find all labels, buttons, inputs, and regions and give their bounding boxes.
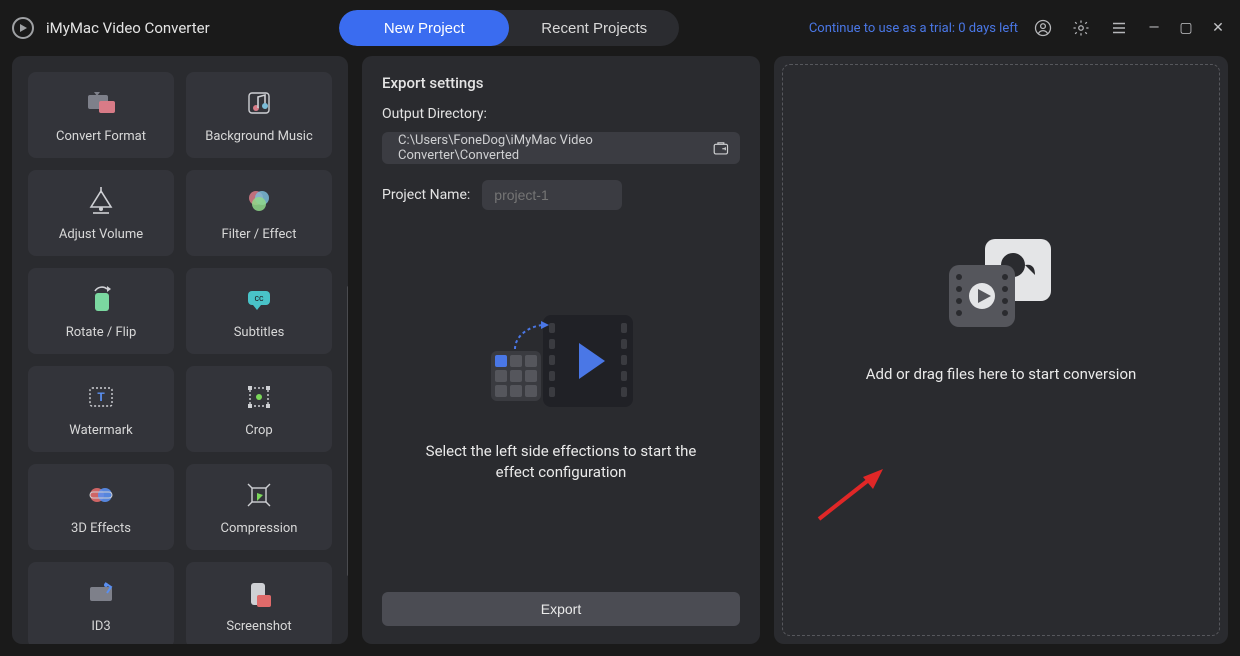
rotate-icon	[85, 283, 117, 315]
watermark-icon	[85, 381, 117, 413]
app-logo-icon	[12, 17, 34, 39]
effect-config-illustration-icon	[481, 309, 641, 419]
volume-icon	[85, 185, 117, 217]
compress-icon	[243, 479, 275, 511]
recent-projects-tab[interactable]: Recent Projects	[509, 10, 679, 46]
workspace: Convert Format Background Music Adjust Vol…	[0, 56, 1240, 656]
instruction-text: Select the left side effections to start…	[411, 441, 711, 483]
tool-tile-crop[interactable]: Crop	[186, 366, 332, 452]
tool-tile-label: Adjust Volume	[59, 227, 143, 242]
export-button[interactable]: Export	[382, 592, 740, 626]
account-icon[interactable]	[1030, 15, 1056, 41]
header-center: New Project Recent Projects	[339, 10, 679, 46]
tool-grid: Convert Format Background Music Adjust Vol…	[28, 72, 332, 644]
tool-tile-label: Crop	[245, 423, 272, 438]
window-maximize-button[interactable]: ▢	[1176, 20, 1196, 36]
open-folder-icon[interactable]	[712, 139, 730, 157]
drop-zone-text: Add or drag files here to start conversi…	[866, 365, 1137, 383]
tool-tile-label: Filter / Effect	[222, 227, 297, 242]
tool-tile-adjust-volume[interactable]: Adjust Volume	[28, 170, 174, 256]
tool-tile-subtitles[interactable]: Subtitles	[186, 268, 332, 354]
tool-tile-label: Compression	[221, 521, 298, 536]
tool-tile-rotate-flip[interactable]: Rotate / Flip	[28, 268, 174, 354]
project-name-input[interactable]	[482, 180, 622, 210]
tool-tile-three-d[interactable]: 3D Effects	[28, 464, 174, 550]
tool-tile-convert-format[interactable]: Convert Format	[28, 72, 174, 158]
tool-tile-filter-effect[interactable]: Filter / Effect	[186, 170, 332, 256]
id3-icon	[85, 577, 117, 609]
tool-tile-label: Convert Format	[56, 129, 146, 144]
tools-sidebar: Convert Format Background Music Adjust Vol…	[12, 56, 348, 644]
output-directory-value: C:\Users\FoneDog\iMyMac Video Converter\…	[398, 133, 712, 163]
tool-tile-label: Rotate / Flip	[66, 325, 137, 340]
window-minimize-button[interactable]: —	[1144, 20, 1164, 36]
subtitles-icon	[243, 283, 275, 315]
new-project-tab[interactable]: New Project	[339, 10, 509, 46]
annotation-arrow-icon	[813, 465, 893, 525]
output-directory-field[interactable]: C:\Users\FoneDog\iMyMac Video Converter\…	[382, 132, 740, 164]
project-switcher: New Project Recent Projects	[339, 10, 679, 46]
export-settings-title: Export settings	[382, 74, 740, 92]
center-illustration: Select the left side effections to start…	[382, 210, 740, 582]
drop-zone-illustration-icon	[941, 235, 1061, 335]
sidebar-scrollbar[interactable]	[347, 286, 348, 576]
screenshot-icon	[243, 577, 275, 609]
tool-tile-label: 3D Effects	[71, 521, 131, 536]
tool-tile-screenshot[interactable]: Screenshot	[186, 562, 332, 644]
tool-tile-compression[interactable]: Compression	[186, 464, 332, 550]
threed-icon	[85, 479, 117, 511]
convert-icon	[85, 87, 117, 119]
drop-zone-panel: Add or drag files here to start conversi…	[774, 56, 1228, 644]
project-name-row: Project Name:	[382, 180, 740, 210]
music-icon	[243, 87, 275, 119]
tool-tile-label: Watermark	[69, 423, 132, 438]
tool-tile-background-music[interactable]: Background Music	[186, 72, 332, 158]
settings-icon[interactable]	[1068, 15, 1094, 41]
tool-tile-watermark[interactable]: Watermark	[28, 366, 174, 452]
header-right: Continue to use as a trial: 0 days left …	[809, 15, 1228, 41]
project-name-label: Project Name:	[382, 187, 470, 203]
trial-status-link[interactable]: Continue to use as a trial: 0 days left	[809, 21, 1018, 36]
tool-tile-label: ID3	[91, 619, 110, 634]
filter-icon	[243, 185, 275, 217]
window-close-button[interactable]: ✕	[1208, 20, 1228, 36]
titlebar: iMyMac Video Converter New Project Recen…	[0, 0, 1240, 56]
drop-zone[interactable]: Add or drag files here to start conversi…	[782, 64, 1220, 636]
app-title: iMyMac Video Converter	[46, 19, 210, 37]
tool-tile-id3[interactable]: ID3	[28, 562, 174, 644]
crop-icon	[243, 381, 275, 413]
output-directory-label: Output Directory:	[382, 106, 740, 122]
hamburger-menu-icon[interactable]	[1106, 15, 1132, 41]
tool-tile-label: Background Music	[205, 129, 313, 144]
tool-tile-label: Subtitles	[234, 325, 285, 340]
tool-tile-label: Screenshot	[226, 619, 291, 634]
export-settings-panel: Export settings Output Directory: C:\Use…	[362, 56, 760, 644]
